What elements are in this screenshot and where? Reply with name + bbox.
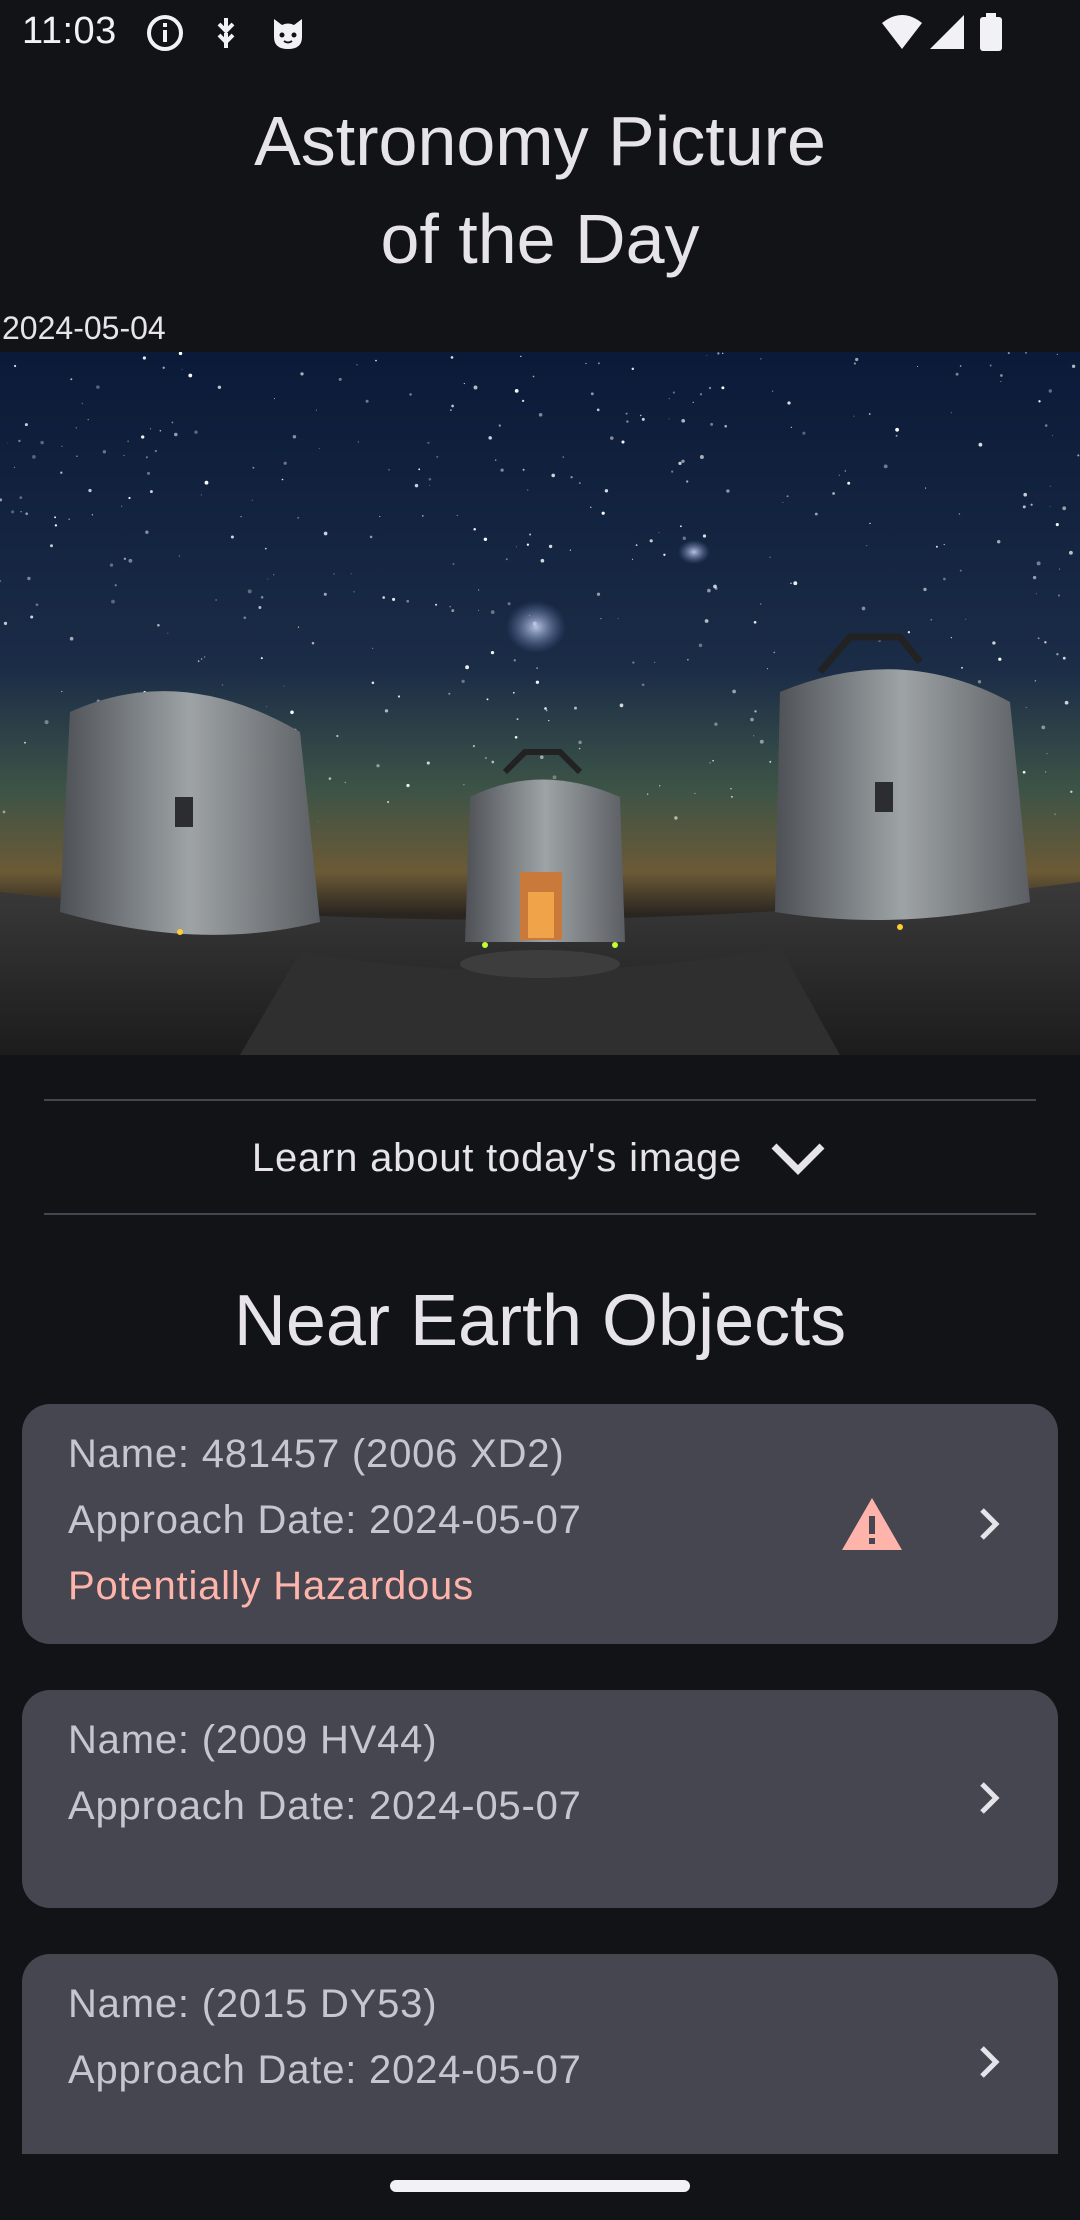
page-title: Astronomy Picture of the Day — [0, 92, 1080, 288]
download-arrows-icon — [217, 18, 235, 48]
status-bar: 11:03 — [0, 0, 1080, 66]
battery-icon — [980, 13, 1002, 51]
neo-card[interactable]: Name: (2015 DY53) Approach Date: 2024-05… — [22, 1954, 1058, 2154]
neo-card[interactable]: Name: 481457 (2006 XD2) Approach Date: 2… — [22, 1404, 1058, 1644]
cat-face-icon — [274, 19, 302, 49]
warning-icon — [842, 1498, 902, 1550]
chevron-right-icon[interactable] — [968, 1502, 1012, 1546]
apod-image-illustration — [0, 352, 1080, 1055]
status-time: 11:03 — [22, 10, 117, 52]
page-title-line-1: Astronomy Picture — [254, 102, 826, 180]
neo-name: Name: (2009 HV44) — [68, 1718, 438, 1762]
neo-card[interactable]: Name: (2009 HV44) Approach Date: 2024-05… — [22, 1690, 1058, 1908]
cellular-signal-icon — [930, 15, 964, 49]
neo-hazard-label: Potentially Hazardous — [68, 1564, 474, 1608]
learn-about-label: Learn about today's image — [251, 1135, 743, 1180]
wifi-icon — [882, 15, 922, 49]
info-icon — [147, 15, 183, 51]
divider-bottom — [44, 1213, 1036, 1215]
chevron-right-icon[interactable] — [968, 2040, 1012, 2084]
section-title: Near Earth Objects — [233, 1281, 847, 1361]
neo-approach-date: Approach Date: 2024-05-07 — [68, 1784, 582, 1828]
home-indicator[interactable] — [390, 2180, 690, 2192]
page-title-line-2: of the Day — [380, 200, 700, 278]
chevron-down-icon — [771, 1143, 825, 1175]
neo-approach-date: Approach Date: 2024-05-07 — [68, 2048, 582, 2092]
chevron-right-icon[interactable] — [968, 1776, 1012, 1820]
neo-name: Name: 481457 (2006 XD2) — [68, 1432, 565, 1476]
neo-approach-date: Approach Date: 2024-05-07 — [68, 1498, 582, 1542]
neo-name: Name: (2015 DY53) — [68, 1982, 438, 2026]
divider-top — [44, 1099, 1036, 1101]
screen: 11:03 Astronomy Picture of the Day 2024-… — [0, 0, 1080, 2220]
apod-date: 2024-05-04 — [2, 310, 166, 346]
learn-about-image-toggle[interactable]: Learn about today's image — [0, 1102, 1080, 1214]
apod-image[interactable] — [0, 352, 1080, 1055]
